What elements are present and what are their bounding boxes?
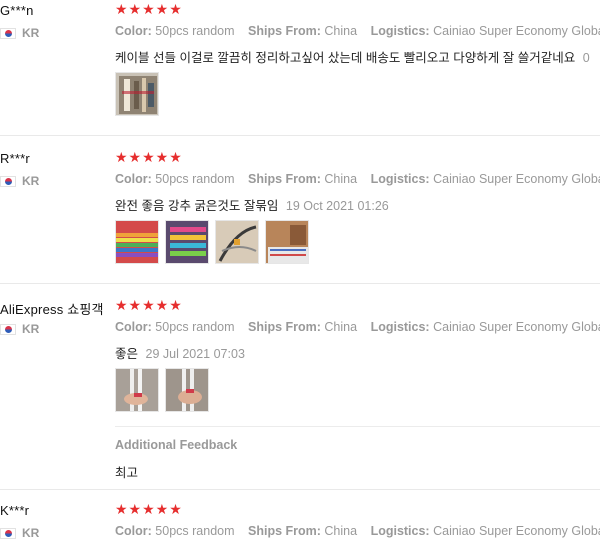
review-body: 케이블 선들 이걸로 깔끔히 정리하고싶어 샀는데 배송도 빨리오고 다양하게 …: [115, 51, 576, 65]
korea-flag-icon: [0, 27, 16, 39]
color-label: Color:: [115, 524, 152, 538]
ships-from-value: China: [324, 172, 358, 186]
photo-rainbow-ties: [116, 221, 158, 263]
star-rating: ★★★★★: [115, 149, 183, 165]
review-meta: Color: 50pcs random Ships From: China Lo…: [115, 172, 600, 186]
reviewer-name: K***r: [0, 503, 30, 518]
color-value: 50pcs random: [155, 24, 235, 38]
photo-cables-shelf: [116, 73, 158, 115]
logistics-value: Cainiao Super Economy Global: [433, 24, 600, 38]
photo-hand-cable-2: [166, 369, 208, 411]
review-date: 19 Oct 2021 01:26: [285, 199, 389, 213]
photo-box-cables: [266, 221, 308, 263]
korea-flag-icon: [0, 323, 16, 335]
review-divider: [0, 489, 600, 490]
logistics-label: Logistics:: [370, 24, 430, 38]
reviewer-country: KR: [0, 174, 39, 188]
review-text: 케이블 선들 이걸로 깔끔히 정리하고싶어 샀는데 배송도 빨리오고 다양하게 …: [115, 47, 590, 66]
color-label: Color:: [115, 320, 152, 334]
review-photo[interactable]: [165, 368, 209, 412]
logistics-value: Cainiao Super Economy Global: [433, 320, 600, 334]
korea-flag-icon: [0, 175, 16, 187]
reviewer-country: KR: [0, 26, 39, 40]
ships-from-label: Ships From:: [248, 524, 321, 538]
reviewer-country: KR: [0, 322, 39, 336]
review-date: 0: [582, 51, 590, 65]
review-body: 완전 좋음 강추 굵은것도 잘묶임: [115, 199, 279, 213]
photo-tied-cables: [216, 221, 258, 263]
review-photo[interactable]: [115, 220, 159, 264]
ships-from-value: China: [324, 24, 358, 38]
star-rating: ★★★★★: [115, 501, 183, 517]
review-divider: [0, 283, 600, 284]
review-body: 좋은: [115, 347, 139, 361]
photo-colored-ties: [166, 221, 208, 263]
review-photos: [115, 72, 165, 116]
country-code: KR: [22, 26, 40, 40]
logistics-value: Cainiao Super Economy Global: [433, 172, 600, 186]
ships-from-label: Ships From:: [248, 24, 321, 38]
star-rating: ★★★★★: [115, 1, 183, 17]
color-value: 50pcs random: [155, 172, 235, 186]
review-photo[interactable]: [115, 368, 159, 412]
logistics-value: Cainiao Super Economy Global: [433, 524, 600, 538]
reviewer-name: G***n: [0, 3, 34, 18]
color-label: Color:: [115, 24, 152, 38]
review-text: 좋은 29 Jul 2021 07:03: [115, 343, 245, 362]
review-photos: [115, 368, 215, 412]
additional-feedback-title: Additional Feedback: [115, 438, 238, 452]
korea-flag-icon: [0, 527, 16, 539]
review-meta: Color: 50pcs random Ships From: China Lo…: [115, 524, 600, 538]
review-date: 29 Jul 2021 07:03: [145, 347, 245, 361]
photo-hand-cable-1: [116, 369, 158, 411]
reviewer-name: R***r: [0, 151, 30, 166]
ships-from-label: Ships From:: [248, 172, 321, 186]
review-text: 완전 좋음 강추 굵은것도 잘묶임 19 Oct 2021 01:26: [115, 195, 389, 214]
review-photos: [115, 220, 315, 264]
review-divider: [0, 135, 600, 136]
color-label: Color:: [115, 172, 152, 186]
logistics-label: Logistics:: [370, 320, 430, 334]
reviewer-country: KR: [0, 526, 39, 540]
review-meta: Color: 50pcs random Ships From: China Lo…: [115, 24, 600, 38]
review-photo[interactable]: [115, 72, 159, 116]
country-code: KR: [22, 322, 40, 336]
ships-from-label: Ships From:: [248, 320, 321, 334]
color-value: 50pcs random: [155, 320, 235, 334]
review-photo[interactable]: [215, 220, 259, 264]
ships-from-value: China: [324, 320, 358, 334]
logistics-label: Logistics:: [370, 524, 430, 538]
review-photo[interactable]: [165, 220, 209, 264]
reviewer-name: AliExpress 쇼핑객: [0, 302, 104, 317]
additional-feedback-text: 최고: [115, 466, 139, 480]
country-code: KR: [22, 526, 40, 540]
ships-from-value: China: [324, 524, 358, 538]
logistics-label: Logistics:: [370, 172, 430, 186]
feedback-divider: [115, 426, 600, 427]
review-meta: Color: 50pcs random Ships From: China Lo…: [115, 320, 600, 334]
review-photo[interactable]: [265, 220, 309, 264]
country-code: KR: [22, 174, 40, 188]
star-rating: ★★★★★: [115, 297, 183, 313]
color-value: 50pcs random: [155, 524, 235, 538]
